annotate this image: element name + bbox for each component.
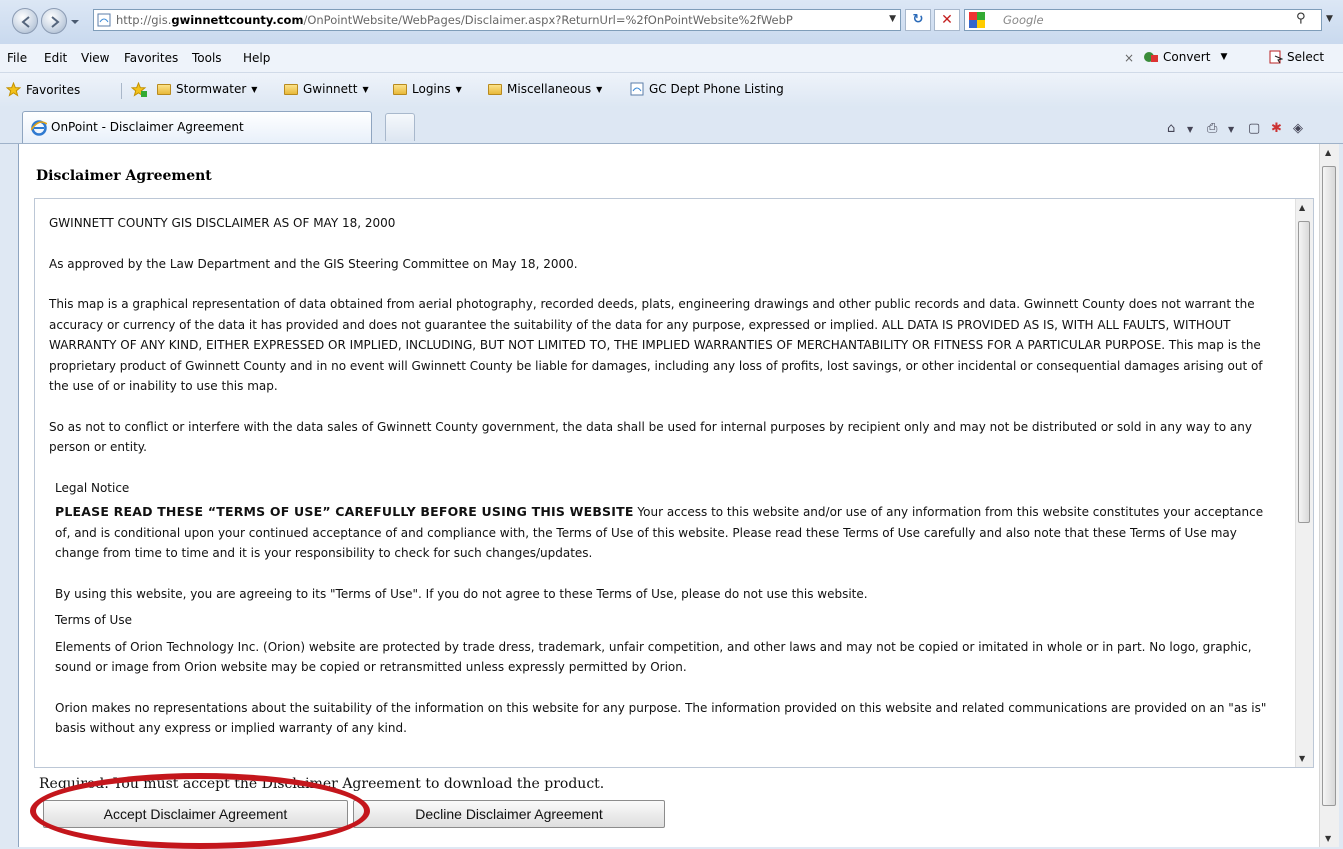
inner-scroll-thumb[interactable] xyxy=(1298,221,1310,523)
forward-button[interactable] xyxy=(41,8,67,34)
disclaimer-heading: GWINNETT COUNTY GIS DISCLAIMER AS OF MAY… xyxy=(49,216,396,230)
home-icon[interactable]: ⌂ xyxy=(1167,121,1175,136)
forward-arrow-icon xyxy=(51,16,60,28)
fav-label: GC Dept Phone Listing xyxy=(649,82,784,96)
back-arrow-icon xyxy=(21,16,30,28)
page-content: Disclaimer Agreement GWINNETT COUNTY GIS… xyxy=(18,144,1320,847)
select-icon xyxy=(1269,50,1283,64)
address-bar-row: http://gis.gwinnettcounty.com/OnPointWeb… xyxy=(0,0,1343,44)
history-dropdown-icon[interactable] xyxy=(70,17,80,27)
separator xyxy=(121,83,122,99)
menu-bar: File Edit View Favorites Tools Help × Co… xyxy=(0,44,1343,73)
orion-warranty-text: Orion makes no representations about the… xyxy=(55,700,1267,736)
menu-help[interactable]: Help xyxy=(243,51,270,65)
fav-label: Logins xyxy=(412,82,451,96)
print-dropdown-icon[interactable]: ▼ xyxy=(1228,125,1234,134)
menu-favorites[interactable]: Favorites xyxy=(124,51,178,65)
ie-icon xyxy=(31,120,47,136)
chevron-down-icon: ▼ xyxy=(596,84,603,94)
convert-label: Convert xyxy=(1163,50,1211,64)
fav-folder-logins[interactable]: Logins ▼ xyxy=(393,82,462,96)
search-placeholder: Google xyxy=(1003,13,1044,27)
print-icon[interactable]: ⎙ xyxy=(1207,121,1217,136)
favorites-bar: Favorites Stormwater ▼ Gwinnett ▼ Logins… xyxy=(0,73,1343,107)
menu-edit[interactable]: Edit xyxy=(44,51,67,65)
disclaimer-textbox[interactable]: GWINNETT COUNTY GIS DISCLAIMER AS OF MAY… xyxy=(34,198,1314,768)
approval-text: As approved by the Law Department and th… xyxy=(49,256,578,271)
disclaimer-body: This map is a graphical representation o… xyxy=(49,297,1263,393)
tab-bar: OnPoint - Disclaimer Agreement ⌂ ▼ ⎙ ▼ ▢… xyxy=(0,107,1343,144)
scroll-down-icon[interactable]: ▼ xyxy=(1325,834,1331,843)
tab-disclaimer[interactable]: OnPoint - Disclaimer Agreement xyxy=(22,111,372,143)
google-icon xyxy=(969,12,985,28)
chevron-down-icon: ▼ xyxy=(455,84,462,94)
back-button[interactable] xyxy=(12,8,38,34)
toolbar-close-button[interactable]: × xyxy=(1124,51,1134,65)
scroll-down-icon[interactable]: ▼ xyxy=(1299,754,1305,763)
chevron-down-icon: ▼ xyxy=(251,84,258,94)
data-sales-text: So as not to conflict or interfere with … xyxy=(49,419,1252,455)
page-icon xyxy=(97,13,111,27)
terms-lead: PLEASE READ THESE “TERMS OF USE” CAREFUL… xyxy=(55,504,634,519)
page-scrollbar[interactable]: ▲ ▼ xyxy=(1319,144,1339,847)
favorites-button[interactable]: Favorites xyxy=(6,82,80,97)
tools-icon[interactable]: ✱ xyxy=(1271,121,1282,136)
fav-folder-gwinnett[interactable]: Gwinnett ▼ xyxy=(284,82,369,96)
select-button[interactable]: Select xyxy=(1269,50,1324,64)
folder-icon xyxy=(157,83,171,95)
menu-view[interactable]: View xyxy=(81,51,109,65)
add-favorite-icon xyxy=(131,82,147,97)
url-dropdown-icon[interactable]: ▼ xyxy=(889,14,896,24)
disclaimer-text: GWINNETT COUNTY GIS DISCLAIMER AS OF MAY… xyxy=(49,213,1271,739)
folder-icon xyxy=(488,83,502,95)
address-field[interactable]: http://gis.gwinnettcounty.com/OnPointWeb… xyxy=(93,9,901,31)
page-scroll-thumb[interactable] xyxy=(1322,166,1336,806)
terms-of-use-heading: Terms of Use xyxy=(55,613,132,627)
legal-notice-section: Legal Notice PLEASE READ THESE “TERMS OF… xyxy=(49,478,1271,739)
page-icon xyxy=(630,82,644,96)
decline-disclaimer-button[interactable]: Decline Disclaimer Agreement xyxy=(353,800,665,828)
folder-icon xyxy=(393,83,407,95)
favorites-label: Favorites xyxy=(26,82,81,97)
fav-link-phone-listing[interactable]: GC Dept Phone Listing xyxy=(630,82,784,96)
agree-text: By using this website, you are agreeing … xyxy=(55,586,868,601)
legal-notice-heading: Legal Notice xyxy=(55,480,130,495)
scroll-up-icon[interactable]: ▲ xyxy=(1325,148,1331,157)
help-icon[interactable]: ◈ xyxy=(1293,121,1303,136)
orion-protection-text: Elements of Orion Technology Inc. (Orion… xyxy=(55,639,1252,675)
terms-paragraph: PLEASE READ THESE “TERMS OF USE” CAREFUL… xyxy=(55,502,1271,564)
page-menu-icon[interactable]: ▢ xyxy=(1248,121,1260,136)
add-favorite-button[interactable] xyxy=(131,82,147,97)
menu-tools[interactable]: Tools xyxy=(192,51,222,65)
convert-button[interactable]: Convert ▼ xyxy=(1143,50,1227,64)
search-input[interactable]: Google xyxy=(964,9,1322,31)
required-notice: Required: You must accept the Disclaimer… xyxy=(39,776,605,792)
new-tab-button[interactable] xyxy=(385,113,415,141)
refresh-button[interactable]: ↻ xyxy=(905,9,931,31)
accept-disclaimer-button[interactable]: Accept Disclaimer Agreement xyxy=(43,800,348,828)
convert-dropdown-icon[interactable]: ▼ xyxy=(1220,52,1227,62)
stop-button[interactable]: ✕ xyxy=(934,9,960,31)
folder-icon xyxy=(284,83,298,95)
home-dropdown-icon[interactable]: ▼ xyxy=(1187,125,1193,134)
select-label: Select xyxy=(1287,50,1325,64)
fav-folder-stormwater[interactable]: Stormwater ▼ xyxy=(157,82,257,96)
convert-icon xyxy=(1144,52,1158,62)
menu-file[interactable]: File xyxy=(7,51,27,65)
fav-folder-miscellaneous[interactable]: Miscellaneous ▼ xyxy=(488,82,602,96)
url-text: http://gis.gwinnettcounty.com/OnPointWeb… xyxy=(116,13,793,27)
search-icon[interactable]: ⚲ xyxy=(1296,11,1306,26)
page-title: Disclaimer Agreement xyxy=(36,168,212,184)
star-icon xyxy=(6,82,21,97)
scroll-up-icon[interactable]: ▲ xyxy=(1299,203,1305,212)
fav-label: Gwinnett xyxy=(303,82,358,96)
fav-label: Miscellaneous xyxy=(507,82,592,96)
inner-scrollbar[interactable]: ▲ ▼ xyxy=(1295,199,1313,767)
search-dropdown-icon[interactable]: ▼ xyxy=(1326,14,1333,24)
tab-title: OnPoint - Disclaimer Agreement xyxy=(51,120,244,134)
chevron-down-icon: ▼ xyxy=(362,84,369,94)
fav-label: Stormwater xyxy=(176,82,247,96)
